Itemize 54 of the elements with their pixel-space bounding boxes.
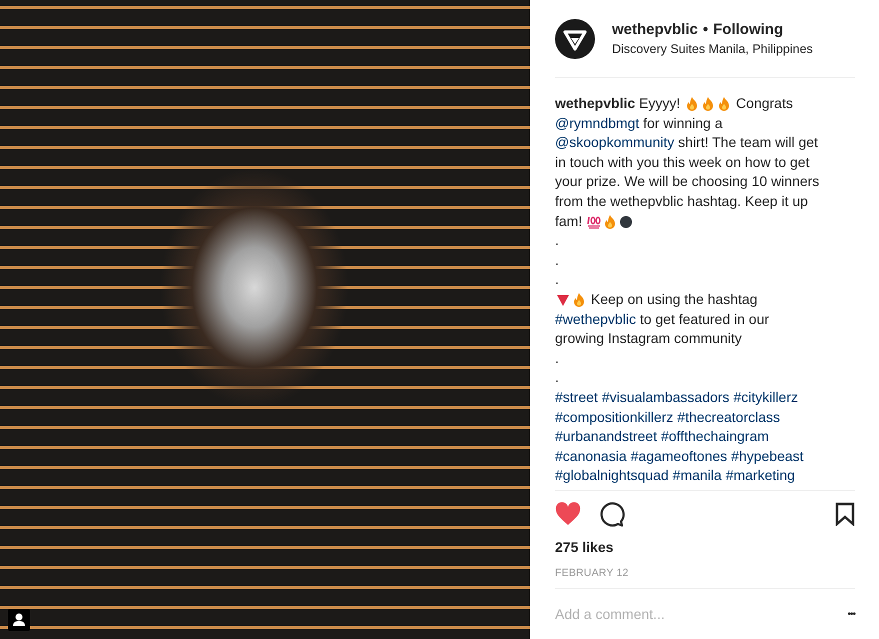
triangle-icon [556, 292, 570, 308]
caption-text: . [555, 231, 559, 250]
caption-text: Congrats [735, 94, 793, 113]
hashtag-link[interactable]: #manila [672, 466, 722, 486]
caption-text: your prize. We will be choosing 10 winners [555, 172, 820, 192]
caption-text: in touch with you this week on how to get [555, 152, 810, 172]
hashtag-link[interactable]: #globalnightsquad [555, 466, 669, 486]
more-options-button[interactable]: ••• [847, 608, 855, 620]
hundred-points-icon [587, 214, 602, 229]
flame-icon [701, 96, 716, 112]
mention-link[interactable]: @rymndbmgt [555, 114, 640, 134]
location-link[interactable]: Discovery Suites Manila, Philippines [612, 42, 813, 56]
comment-icon[interactable] [599, 501, 625, 527]
caption-text: for winning a [642, 114, 723, 133]
bookmark-icon[interactable] [835, 502, 855, 526]
hashtag-link[interactable]: #street [555, 388, 598, 408]
hashtag-link[interactable]: #compositionkillerz [555, 408, 674, 428]
hashtag-link[interactable]: #wethepvblic [555, 310, 636, 330]
caption-text: . [555, 348, 559, 368]
flame-icon [572, 292, 586, 308]
comment-field[interactable]: Add a comment... [555, 606, 848, 622]
separator-dot: • [702, 21, 708, 38]
logo-avatar-icon[interactable] [555, 18, 595, 58]
hashtag-link[interactable]: #agameoftones [630, 446, 728, 466]
flame-icon [717, 96, 732, 112]
hashtag-link[interactable]: #visualambassadors [602, 388, 730, 408]
person-icon[interactable] [8, 609, 30, 631]
caption-text: . [555, 250, 559, 270]
hashtag-link[interactable]: #thecreatorclass [677, 408, 780, 428]
caption-text: Keep on using the hashtag [590, 290, 758, 309]
mention-link[interactable]: @skoopkommunity [555, 133, 674, 153]
username-link[interactable]: wethepvblic [612, 21, 698, 38]
flame-icon [603, 214, 618, 229]
hashtag-link[interactable]: #urbanandstreet [555, 427, 657, 447]
hashtag-link[interactable]: #offthechaingram [660, 427, 769, 447]
hashtag-link[interactable]: #hypebeast [731, 446, 804, 466]
caption-text: to get featured in our [638, 310, 770, 329]
heart-icon[interactable] [555, 502, 581, 526]
following-button[interactable]: Following [713, 21, 784, 38]
username-link[interactable]: wethepvblic [555, 94, 636, 114]
caption-text: shirt! The team will get [677, 133, 818, 152]
caption-text: Eyyyy! [638, 94, 682, 113]
caption-text: . [555, 368, 559, 388]
caption-text: fam! [555, 212, 584, 231]
post-date: FEBRUARY 12 [555, 567, 855, 589]
hashtag-link[interactable]: #citykillerz [733, 388, 798, 408]
caption-text: . [555, 270, 559, 290]
hashtag-link[interactable]: #canonasia [555, 446, 627, 466]
caption-text: from the wethepvblic hashtag. Keep it up [555, 192, 808, 211]
hashtag-link[interactable]: #marketing [726, 466, 795, 486]
circle-icon [619, 214, 634, 229]
flame-icon [685, 96, 700, 112]
likes-count[interactable]: 275 likes [555, 539, 614, 555]
caption-text: growing Instagram community [555, 329, 742, 348]
